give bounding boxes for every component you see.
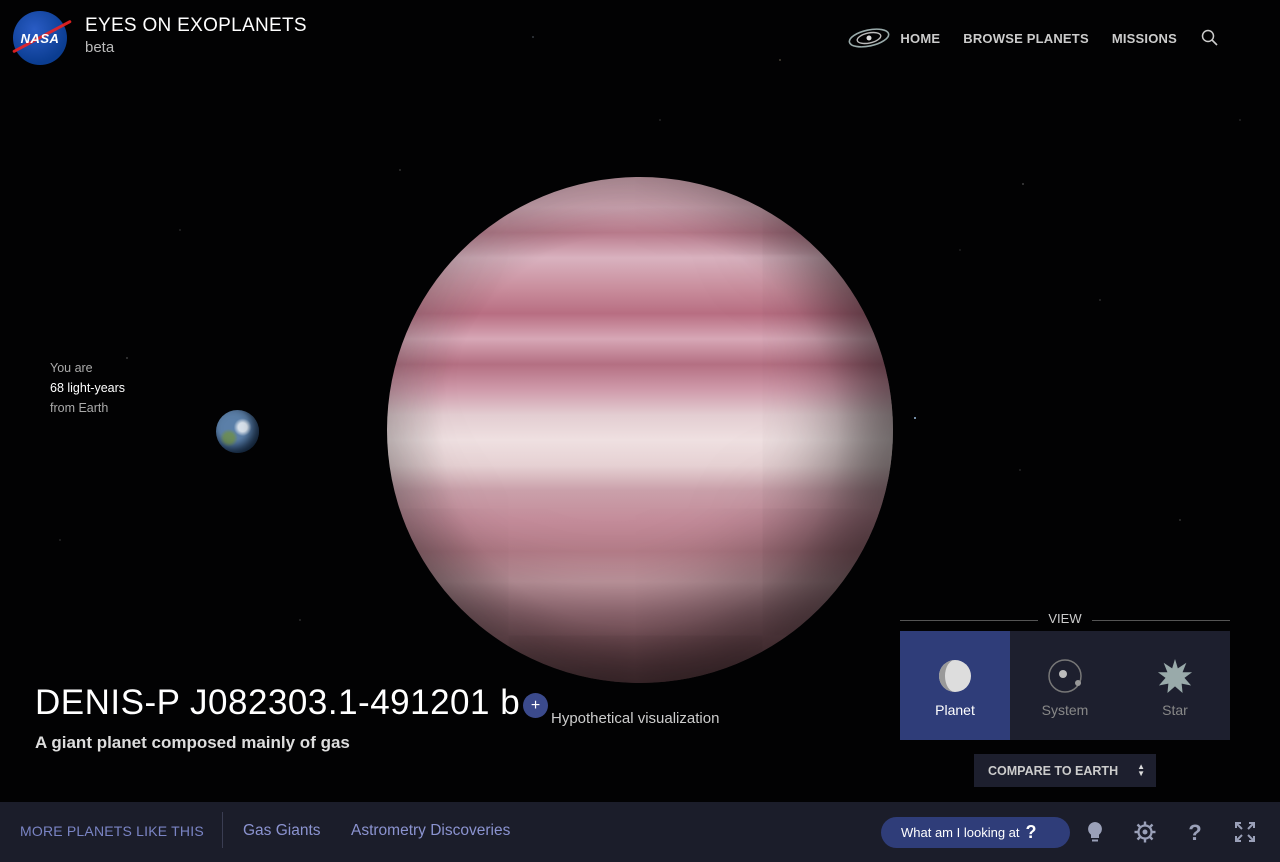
what-am-i-looking-at-button[interactable]: What am I looking at ? [881, 817, 1070, 848]
view-system-button[interactable]: System [1010, 631, 1120, 740]
compare-label: COMPARE TO EARTH [988, 763, 1119, 778]
lightbulb-icon[interactable] [1083, 820, 1107, 844]
planet-info-plus-button[interactable]: + [523, 693, 548, 718]
fullscreen-icon[interactable] [1233, 820, 1257, 844]
planet-name: DENIS-P J082303.1-491201 b [35, 683, 521, 722]
search-icon[interactable] [1200, 28, 1220, 48]
star-icon [1157, 658, 1193, 694]
visualization-note: Hypothetical visualization [551, 710, 720, 727]
distance-readout: You are 68 light-years from Earth [50, 358, 125, 418]
earth-thumbnail[interactable] [216, 410, 259, 453]
more-planets-label: MORE PLANETS LIKE THIS [20, 823, 204, 839]
app-title[interactable]: EYES ON EXOPLANETS [85, 15, 307, 37]
tag-astrometry-discoveries[interactable]: Astrometry Discoveries [351, 822, 510, 840]
view-system-label: System [1041, 702, 1089, 718]
distance-line-3: from Earth [50, 401, 109, 415]
nav-missions[interactable]: MISSIONS [1112, 31, 1177, 46]
help-icon[interactable]: ? [1183, 820, 1207, 844]
planet-description: A giant planet composed mainly of gas [35, 733, 350, 752]
what-label: What am I looking at [901, 825, 1020, 840]
nasa-logo-text: NASA [20, 30, 60, 46]
tag-gas-giants[interactable]: Gas Giants [243, 822, 321, 840]
view-planet-button[interactable]: Planet [900, 631, 1010, 740]
distance-value: 68 light-years [50, 381, 126, 395]
nav-home[interactable]: HOME [900, 31, 940, 46]
settings-icon[interactable] [1133, 820, 1157, 844]
planet-render[interactable] [387, 177, 893, 683]
question-mark-icon: ? [1025, 822, 1037, 842]
bottom-divider [222, 812, 223, 848]
view-selector: VIEW Planet System Star [900, 611, 1230, 740]
svg-text:?: ? [1188, 820, 1201, 844]
compare-to-earth-dropdown[interactable]: COMPARE TO EARTH ▲ ▼ [974, 754, 1156, 787]
distance-line-1: You are [50, 361, 93, 375]
nasa-logo[interactable]: NASA [13, 11, 67, 65]
bottom-bar: MORE PLANETS LIKE THIS Gas Giants Astrom… [0, 802, 1280, 862]
nav-browse-planets[interactable]: BROWSE PLANETS [963, 31, 1089, 46]
app-subtitle: beta [85, 39, 115, 56]
view-star-button[interactable]: Star [1120, 631, 1230, 740]
planet-icon [937, 658, 973, 694]
view-label: VIEW [900, 611, 1230, 629]
top-nav: HOME BROWSE PLANETS MISSIONS [847, 26, 1220, 50]
dropdown-arrows-icon: ▲ ▼ [1137, 762, 1145, 778]
view-buttons: Planet System Star [900, 631, 1230, 740]
system-icon [1047, 658, 1083, 694]
view-star-label: Star [1162, 702, 1188, 718]
view-planet-label: Planet [935, 702, 975, 718]
galaxy-icon[interactable] [847, 26, 891, 50]
